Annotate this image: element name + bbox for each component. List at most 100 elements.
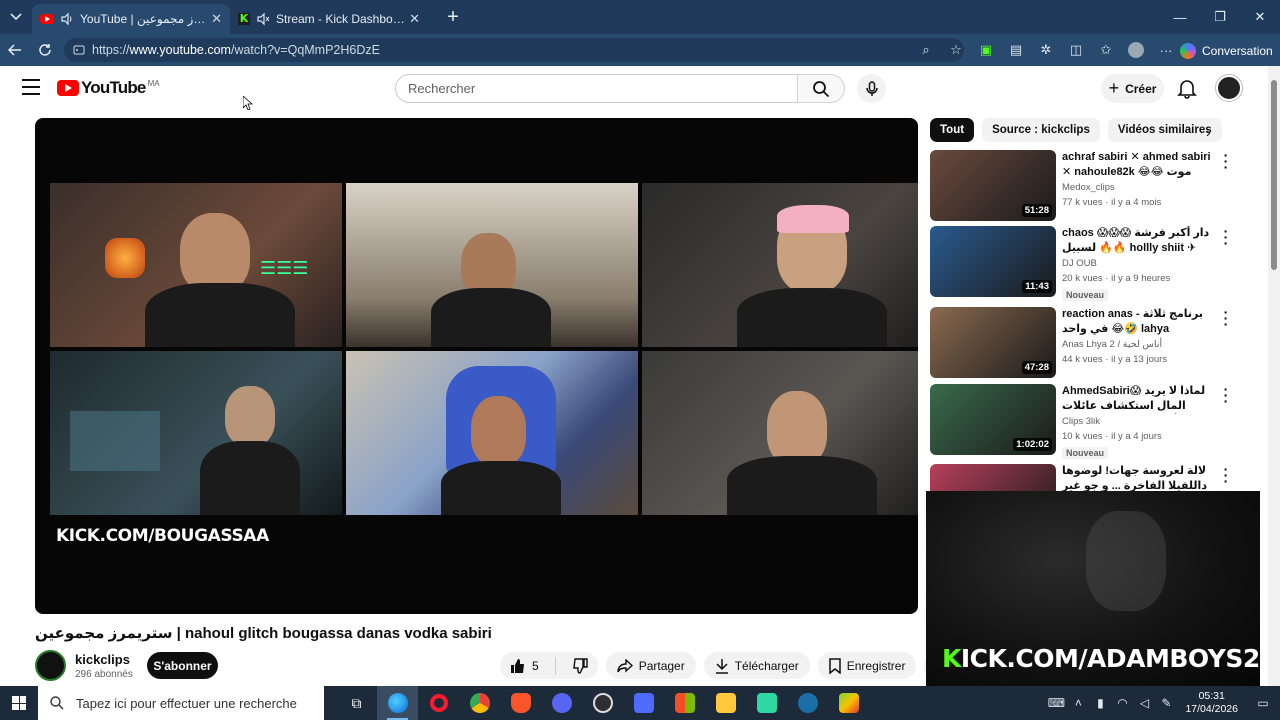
chip-all[interactable]: Tout	[930, 118, 975, 142]
recommendation-item[interactable]: 1:02:02 AhmedSabiri😱 لماذا لا يريد المال …	[930, 382, 1260, 459]
task-view-button[interactable]: ⧉	[336, 686, 377, 720]
video-thumbnail[interactable]: 11:43	[930, 226, 1056, 297]
recommendation-title[interactable]: reaction anas - برنامج ثلاثة في واحد 😂🤣 …	[1062, 307, 1214, 337]
conversation-button[interactable]: Conversation	[1180, 40, 1273, 62]
page-scrollbar[interactable]	[1268, 66, 1280, 686]
close-tab-icon[interactable]: ✕	[409, 11, 420, 27]
recommendation-title[interactable]: AhmedSabiri😱 لماذا لا يريد المال استكشاف…	[1062, 384, 1214, 414]
recommendation-title[interactable]: achraf sabiri ✕ ahmed sabiri ✕ nahoule82…	[1062, 150, 1214, 180]
search-button[interactable]	[797, 74, 845, 103]
toolbar-icons: ⌕ ☆ ▣ ▤ ✲ ◫ ✩ ···	[916, 40, 1176, 60]
video-thumbnail[interactable]: 47:28	[930, 307, 1056, 378]
chip-source[interactable]: Source : kickclips	[982, 118, 1100, 142]
more-menu-icon[interactable]: ···	[1156, 40, 1176, 60]
muted-speaker-icon[interactable]	[256, 12, 270, 26]
subscribe-button[interactable]: S'abonner	[147, 652, 218, 679]
tray-chevron-up-icon[interactable]: ˄	[1067, 686, 1089, 720]
search-input[interactable]: Rechercher	[395, 74, 799, 103]
chip-similar[interactable]: Vidéos similaires	[1107, 118, 1222, 142]
maximize-icon[interactable]: ❐	[1200, 0, 1240, 34]
extension-box-icon[interactable]: ▤	[1006, 40, 1026, 60]
recommendation-channel[interactable]: DJ OUB	[1062, 258, 1097, 269]
taskbar-app-blue[interactable]	[623, 686, 664, 720]
taskbar-chrome[interactable]	[459, 686, 500, 720]
new-tab-button[interactable]: +	[438, 6, 468, 29]
close-tab-icon[interactable]: ✕	[211, 11, 222, 27]
speaker-icon[interactable]	[60, 12, 74, 26]
extension-green-icon[interactable]: ▣	[976, 40, 996, 60]
kebab-menu-icon[interactable]: · · ·	[1222, 382, 1230, 408]
keyboard-icon[interactable]: ⌨	[1045, 686, 1067, 720]
youtube-logo[interactable]: YouTube MA	[57, 78, 160, 98]
url-field[interactable]: https://www.youtube.com/watch?v=QqMmP2H6…	[64, 38, 964, 62]
voice-search-button[interactable]	[857, 74, 886, 103]
taskbar-explorer[interactable]	[705, 686, 746, 720]
video-player[interactable]: ☰☰☰ KICK.COM/BOUGASSAA	[35, 118, 918, 614]
chevron-right-icon[interactable]: ›	[1206, 124, 1211, 140]
recommendation-title[interactable]: لالة لعروسة جهات! لوضوها داللفيلا الفاخر…	[1062, 464, 1214, 494]
tab-actions-menu-button[interactable]	[0, 0, 32, 34]
kebab-menu-icon[interactable]: · · ·	[1222, 305, 1230, 331]
recommendation-channel[interactable]: Anas Lhya 2 / أناس لحية	[1062, 339, 1162, 350]
video-thumbnail[interactable]: 1:02:02	[930, 384, 1056, 455]
start-button[interactable]	[0, 686, 38, 720]
notifications-bell-icon[interactable]	[1176, 77, 1198, 99]
duration-badge: 11:43	[1022, 280, 1052, 293]
taskbar-edge[interactable]	[377, 686, 418, 720]
video-thumbnail[interactable]: 51:28	[930, 150, 1056, 221]
browser-tab-bar: YouTube | ستريمرز مجموعين ✕ K Stream - K…	[0, 0, 1280, 34]
account-avatar[interactable]	[1216, 75, 1242, 101]
channel-avatar[interactable]	[35, 650, 66, 681]
taskbar-obs[interactable]	[582, 686, 623, 720]
recommendation-title[interactable]: chaos 😱😱😱 دار أكبر فرشة لسبيل 🔥🔥 hollly …	[1062, 226, 1214, 256]
kebab-menu-icon[interactable]: · · ·	[1222, 462, 1230, 488]
taskbar-steam[interactable]	[787, 686, 828, 720]
youtube-wordmark: YouTube	[81, 78, 146, 97]
split-screen-icon[interactable]: ◫	[1066, 40, 1086, 60]
favorites-icon[interactable]: ✩	[1096, 40, 1116, 60]
like-button[interactable]: 5	[500, 652, 549, 679]
kebab-menu-icon[interactable]: · · ·	[1222, 224, 1230, 250]
recommendation-item[interactable]: 51:28 achraf sabiri ✕ ahmed sabiri ✕ naho…	[930, 148, 1260, 222]
taskbar-xbox[interactable]	[746, 686, 787, 720]
browser-tab-youtube[interactable]: YouTube | ستريمرز مجموعين ✕	[32, 4, 230, 34]
profile-avatar-icon[interactable]	[1126, 40, 1146, 60]
recommendation-channel[interactable]: Clips 3lik	[1062, 416, 1100, 427]
favorite-star-icon[interactable]: ☆	[946, 40, 966, 60]
back-button[interactable]	[0, 35, 30, 65]
recommendation-channel[interactable]: Medox_clips	[1062, 182, 1115, 193]
channel-name[interactable]: kickclips	[75, 652, 130, 667]
create-button[interactable]: + Créer	[1101, 74, 1164, 103]
download-button[interactable]: Télécharger	[703, 652, 810, 679]
taskbar-discord[interactable]	[541, 686, 582, 720]
kebab-menu-icon[interactable]: · · ·	[1222, 148, 1230, 174]
site-info-icon[interactable]	[72, 43, 86, 57]
reload-button[interactable]	[30, 35, 60, 65]
share-button[interactable]: Partager	[605, 652, 696, 679]
extensions-puzzle-icon[interactable]: ✲	[1036, 40, 1056, 60]
save-button[interactable]: Enregistrer	[817, 652, 917, 679]
network-icon[interactable]: ◠	[1111, 686, 1133, 720]
notifications-icon[interactable]: ▭	[1246, 686, 1280, 720]
scrollbar-thumb[interactable]	[1271, 80, 1277, 270]
taskbar-brave[interactable]	[500, 686, 541, 720]
browser-tab-kick[interactable]: K Stream - Kick Dashboard ✕	[230, 4, 428, 34]
recommendation-item[interactable]: 47:28 reaction anas - برنامج ثلاثة في واح…	[930, 305, 1260, 379]
usb-icon[interactable]: ▮	[1089, 686, 1111, 720]
taskbar-bluestacks[interactable]	[828, 686, 869, 720]
pen-icon[interactable]: ✎	[1155, 686, 1177, 720]
volume-icon[interactable]: ◁	[1133, 686, 1155, 720]
download-icon	[715, 658, 728, 674]
recommendation-item[interactable]: 11:43 chaos 😱😱😱 دار أكبر فرشة لسبيل 🔥🔥 ho…	[930, 224, 1260, 301]
taskbar-clock[interactable]: 05:31 17/04/2026	[1185, 690, 1238, 716]
taskbar-store[interactable]	[664, 686, 705, 720]
taskbar-search-box[interactable]: Tapez ici pour effectuer une recherche	[38, 686, 324, 720]
video-cam-2	[346, 183, 638, 347]
minimize-icon[interactable]: —	[1160, 0, 1200, 34]
zoom-icon[interactable]: ⌕	[916, 40, 936, 60]
dislike-button[interactable]	[562, 652, 598, 679]
taskbar-opera[interactable]	[418, 686, 459, 720]
video-cam-3	[642, 183, 918, 347]
close-window-icon[interactable]: ✕	[1240, 0, 1280, 34]
hamburger-menu-icon[interactable]	[22, 79, 40, 95]
